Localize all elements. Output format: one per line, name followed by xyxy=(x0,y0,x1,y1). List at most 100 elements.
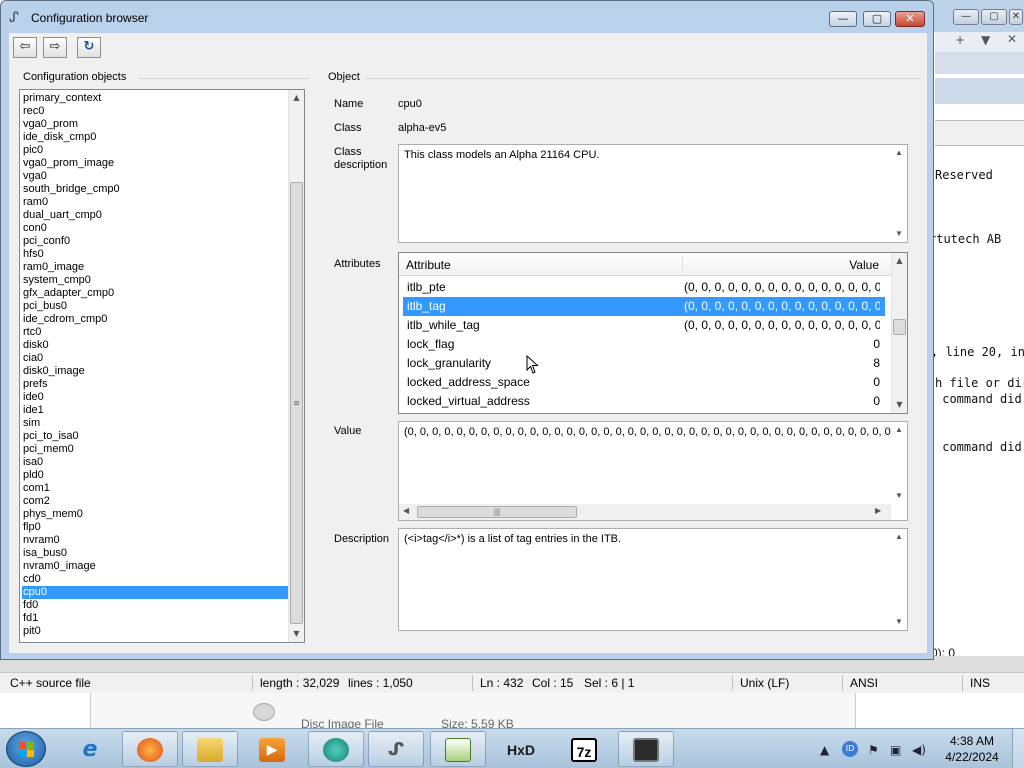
object-list-item[interactable]: ide_disk_cmp0 xyxy=(22,131,288,144)
attribute-row[interactable]: lock_flag 0 xyxy=(403,335,885,354)
attributes-scrollbar[interactable]: ▲ ▼ xyxy=(891,253,907,413)
object-list-item[interactable]: vga0 xyxy=(22,170,288,183)
scroll-down-arrow-icon[interactable]: ▼ xyxy=(289,626,304,642)
attribute-row[interactable]: itlb_tag (0, 0, 0, 0, 0, 0, 0, 0, 0, 0, 0… xyxy=(403,297,885,316)
scroll-thumb[interactable] xyxy=(893,319,906,335)
maximize-button[interactable]: ▢ xyxy=(863,11,891,27)
taskbar-remote-desktop[interactable] xyxy=(618,731,674,767)
column-header-attribute[interactable]: Attribute xyxy=(406,258,451,272)
object-list-item[interactable]: gfx_adapter_cmp0 xyxy=(22,287,288,300)
scroll-thumb[interactable]: ||| xyxy=(417,506,577,518)
attribute-row[interactable]: lock_granularity 8 xyxy=(403,354,885,373)
forward-button[interactable]: ⇨ xyxy=(43,37,67,58)
clock-time[interactable]: 4:38 AM xyxy=(932,734,1012,748)
object-list-item[interactable]: dual_uart_cmp0 xyxy=(22,209,288,222)
object-list-item[interactable]: com1 xyxy=(22,482,288,495)
object-list-item[interactable]: pci_to_isa0 xyxy=(22,430,288,443)
value-box[interactable]: (0, 0, 0, 0, 0, 0, 0, 0, 0, 0, 0, 0, 0, … xyxy=(398,421,908,521)
scroll-up-arrow-icon[interactable]: ▲ xyxy=(891,529,907,545)
object-list-item[interactable]: pci_conf0 xyxy=(22,235,288,248)
plus-icon[interactable]: + xyxy=(955,33,965,47)
scroll-down-arrow-icon[interactable]: ▼ xyxy=(891,226,907,242)
object-list-item[interactable]: prefs xyxy=(22,378,288,391)
scroll-up-arrow-icon[interactable]: ▲ xyxy=(892,253,907,269)
close-button[interactable]: ✕ xyxy=(895,11,925,27)
object-list-item[interactable]: cia0 xyxy=(22,352,288,365)
taskbar-firefox[interactable] xyxy=(122,731,178,767)
object-list-item[interactable]: nvram0_image xyxy=(22,560,288,573)
configuration-objects-list[interactable]: primary_context rec0 vga0_prom ide_disk_cmp… xyxy=(19,89,305,643)
object-list-item[interactable]: sim xyxy=(22,417,288,430)
scroll-thumb[interactable]: ≡ xyxy=(290,182,303,624)
taskbar-media-player[interactable]: ▶ xyxy=(244,731,300,767)
scroll-up-arrow-icon[interactable]: ▲ xyxy=(289,90,304,106)
network-app-icon[interactable]: ID xyxy=(842,741,858,757)
scroll-down-arrow-icon[interactable]: ▼ xyxy=(891,614,907,630)
dropdown-icon[interactable]: ▼ xyxy=(981,33,990,47)
taskbar-notepad-plus-plus[interactable] xyxy=(430,731,486,767)
clock-date[interactable]: 4/22/2024 xyxy=(932,750,1012,764)
network-icon[interactable]: ▣ xyxy=(890,743,901,757)
attribute-row[interactable]: locked_virtual_address 0 xyxy=(403,392,885,411)
object-list-item[interactable]: rtc0 xyxy=(22,326,288,339)
back-button[interactable]: ⇦ xyxy=(13,37,37,58)
object-list-item[interactable]: fd0 xyxy=(22,599,288,612)
object-list-item[interactable]: disk0_image xyxy=(22,365,288,378)
scroll-up-arrow-icon[interactable]: ▲ xyxy=(891,422,907,438)
object-list-item[interactable]: ram0 xyxy=(22,196,288,209)
show-desktop-button[interactable] xyxy=(1012,729,1024,768)
taskbar-simics[interactable]: ᔑ xyxy=(368,731,424,767)
background-maximize-button[interactable]: ▢ xyxy=(981,9,1007,25)
object-list-item[interactable]: phys_mem0 xyxy=(22,508,288,521)
object-list-item[interactable]: primary_context xyxy=(22,92,288,105)
object-list-item[interactable]: pci_mem0 xyxy=(22,443,288,456)
object-list-item[interactable]: cd0 xyxy=(22,573,288,586)
start-button[interactable] xyxy=(6,731,46,767)
object-list-item[interactable]: isa_bus0 xyxy=(22,547,288,560)
object-list-item[interactable]: isa0 xyxy=(22,456,288,469)
objects-scrollbar[interactable]: ▲ ≡ ▼ xyxy=(288,90,304,642)
object-list-item[interactable]: flp0 xyxy=(22,521,288,534)
flag-icon[interactable]: ⚑ xyxy=(868,743,879,757)
scroll-right-arrow-icon[interactable]: ▶ xyxy=(875,506,881,515)
object-list-item[interactable]: rec0 xyxy=(22,105,288,118)
attribute-row[interactable]: itlb_pte (0, 0, 0, 0, 0, 0, 0, 0, 0, 0, 0… xyxy=(403,278,885,297)
scroll-down-arrow-icon[interactable]: ▼ xyxy=(891,488,907,504)
show-hidden-icons-icon[interactable]: ▲ xyxy=(820,743,829,757)
object-list-item[interactable]: pic0 xyxy=(22,144,288,157)
close-icon[interactable]: ✕ xyxy=(1007,32,1017,46)
object-list-item[interactable]: nvram0 xyxy=(22,534,288,547)
object-list-item[interactable]: com2 xyxy=(22,495,288,508)
object-list-item[interactable]: south_bridge_cmp0 xyxy=(22,183,288,196)
object-list-item[interactable]: ide1 xyxy=(22,404,288,417)
background-close-button[interactable]: ✕ xyxy=(1009,9,1023,25)
volume-icon[interactable]: ◀) xyxy=(912,743,926,757)
object-list-item[interactable]: vga0_prom xyxy=(22,118,288,131)
scroll-left-arrow-icon[interactable]: ◀ xyxy=(403,506,409,515)
refresh-button[interactable]: ↻ xyxy=(77,37,101,58)
value-horizontal-scrollbar[interactable]: ◀ ||| ▶ xyxy=(399,504,891,520)
object-list-item[interactable]: ram0_image xyxy=(22,261,288,274)
minimize-button[interactable]: — xyxy=(829,11,857,27)
attribute-row[interactable]: itlb_while_tag (0, 0, 0, 0, 0, 0, 0, 0, 0… xyxy=(403,316,885,335)
taskbar-7zip[interactable]: 7z xyxy=(556,731,612,767)
object-list-item[interactable]: disk0 xyxy=(22,339,288,352)
description-box[interactable]: (<i>tag</i>*) is a list of tag entries i… xyxy=(398,528,908,631)
scroll-up-arrow-icon[interactable]: ▲ xyxy=(891,145,907,161)
background-minimize-button[interactable]: — xyxy=(953,9,979,25)
object-list-item[interactable]: ide0 xyxy=(22,391,288,404)
taskbar-internet-explorer[interactable]: e xyxy=(62,731,118,767)
object-list-item[interactable]: con0 xyxy=(22,222,288,235)
object-list-item[interactable]: cpu0 xyxy=(22,586,288,599)
object-list-item[interactable]: pci_bus0 xyxy=(22,300,288,313)
taskbar-app[interactable] xyxy=(308,731,364,767)
value-vertical-scrollbar[interactable]: ▲ ▼ xyxy=(891,422,907,504)
scroll-down-arrow-icon[interactable]: ▼ xyxy=(892,397,907,413)
object-list-item[interactable]: hfs0 xyxy=(22,248,288,261)
attribute-row[interactable]: locked_address_space 0 xyxy=(403,373,885,392)
object-list-item[interactable]: vga0_prom_image xyxy=(22,157,288,170)
object-list-item[interactable]: pit0 xyxy=(22,625,288,638)
taskbar-windows-explorer[interactable] xyxy=(182,731,238,767)
column-header-value[interactable]: Value xyxy=(849,258,879,272)
description-scrollbar[interactable]: ▲ ▼ xyxy=(891,529,907,630)
